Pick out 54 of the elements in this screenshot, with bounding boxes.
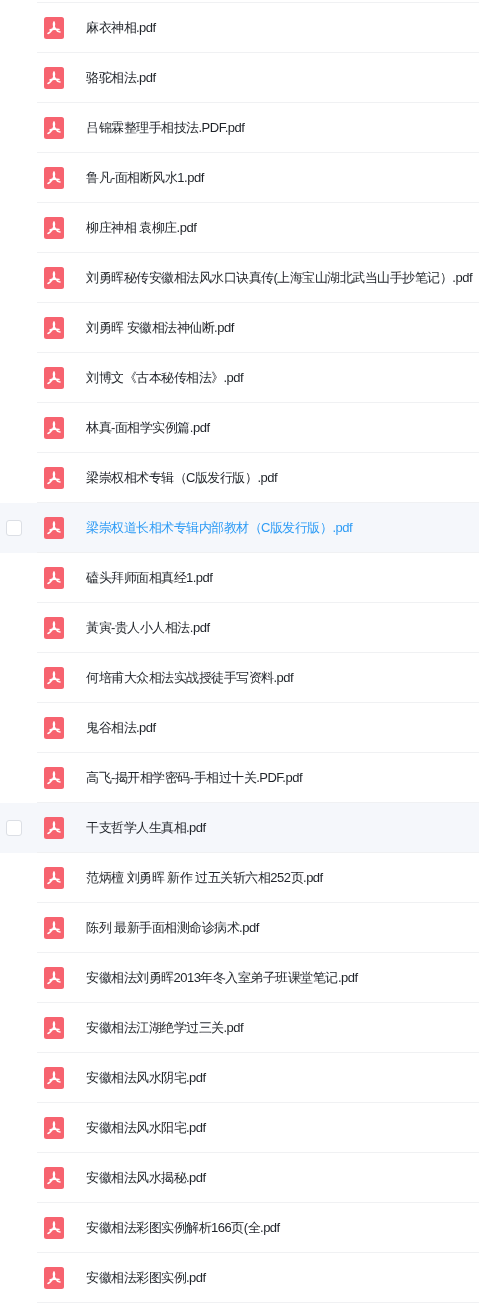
pdf-file-icon [44, 1266, 64, 1289]
file-name[interactable]: 范炳檀 刘勇晖 新作 过五关斩六相252页.pdf [86, 867, 323, 888]
file-name[interactable]: 鲁凡-面相断风水1.pdf [86, 167, 204, 188]
pdf-file-icon [44, 66, 64, 89]
file-name[interactable]: 安徽相法风水阴宅.pdf [86, 1067, 206, 1088]
pdf-file-icon [44, 1066, 64, 1089]
pdf-file-icon [44, 816, 64, 839]
pdf-file-icon [44, 966, 64, 989]
file-name[interactable]: 何培甫大众相法实战授徒手写资料.pdf [86, 667, 294, 688]
file-name[interactable]: 麻衣神相.pdf [86, 17, 156, 38]
file-name[interactable]: 刘博文《古本秘传相法》.pdf [86, 367, 244, 388]
pdf-file-icon [44, 1216, 64, 1239]
pdf-file-icon [44, 666, 64, 689]
file-name[interactable]: 黃寅-贵人小人相法.pdf [86, 617, 210, 638]
pdf-file-icon [44, 166, 64, 189]
pdf-file-icon [44, 116, 64, 139]
file-name[interactable]: 刘勇晖秘传安徽相法风水口诀真传(上海宝山湖北武当山手抄笔记）.pdf [86, 267, 472, 288]
pdf-file-icon [44, 316, 64, 339]
file-name[interactable]: 鬼谷相法.pdf [86, 717, 156, 738]
file-row[interactable]: 干支哲学人生真相.pdf [0, 803, 479, 853]
pdf-file-icon [44, 616, 64, 639]
pdf-file-icon [44, 1016, 64, 1039]
pdf-file-icon [44, 516, 64, 539]
pdf-file-icon [44, 16, 64, 39]
file-name[interactable]: 梁崇权相术专辑（C版发行版）.pdf [86, 467, 278, 488]
pdf-file-icon [44, 766, 64, 789]
file-name[interactable]: 安徽相法彩图实例.pdf [86, 1267, 206, 1288]
pdf-file-icon [44, 366, 64, 389]
pdf-file-icon [44, 1166, 64, 1189]
checkbox[interactable] [6, 820, 22, 836]
pdf-file-icon [44, 866, 64, 889]
pdf-file-icon [44, 416, 64, 439]
pdf-file-icon [44, 566, 64, 589]
pdf-file-icon [44, 216, 64, 239]
file-name[interactable]: 吕锦霖整理手相技法.PDF.pdf [86, 117, 245, 138]
pdf-file-icon [44, 1116, 64, 1139]
file-name[interactable]: 干支哲学人生真相.pdf [86, 817, 206, 838]
file-name[interactable]: 高飞-揭开相学密码-手相过十关.PDF.pdf [86, 767, 302, 788]
file-name[interactable]: 安徽相法风水揭秘.pdf [86, 1167, 206, 1188]
pdf-file-icon [44, 716, 64, 739]
file-name[interactable]: 陈列 最新手面相测命诊病术.pdf [86, 917, 259, 938]
checkbox[interactable] [6, 520, 22, 536]
pdf-file-icon [44, 916, 64, 939]
file-name[interactable]: 林真-面相学实例篇.pdf [86, 417, 210, 438]
file-name[interactable]: 骆驼相法.pdf [86, 67, 156, 88]
file-name[interactable]: 安徽相法风水阳宅.pdf [86, 1117, 206, 1138]
file-name[interactable]: 安徽相法刘勇晖2013年冬入室弟子班课堂笔记.pdf [86, 967, 358, 988]
file-name[interactable]: 柳庄神相 袁柳庄.pdf [86, 217, 197, 238]
pdf-file-icon [44, 466, 64, 489]
file-name[interactable]: 安徽相法彩图实例解析166页(全.pdf [86, 1217, 280, 1238]
file-name[interactable]: 磕头拜师面相真经1.pdf [86, 567, 213, 588]
pdf-file-icon [44, 266, 64, 289]
file-name[interactable]: 安徽相法江湖绝学过三关.pdf [86, 1017, 244, 1038]
file-name[interactable]: 刘勇晖 安徽相法神仙断.pdf [86, 317, 234, 338]
